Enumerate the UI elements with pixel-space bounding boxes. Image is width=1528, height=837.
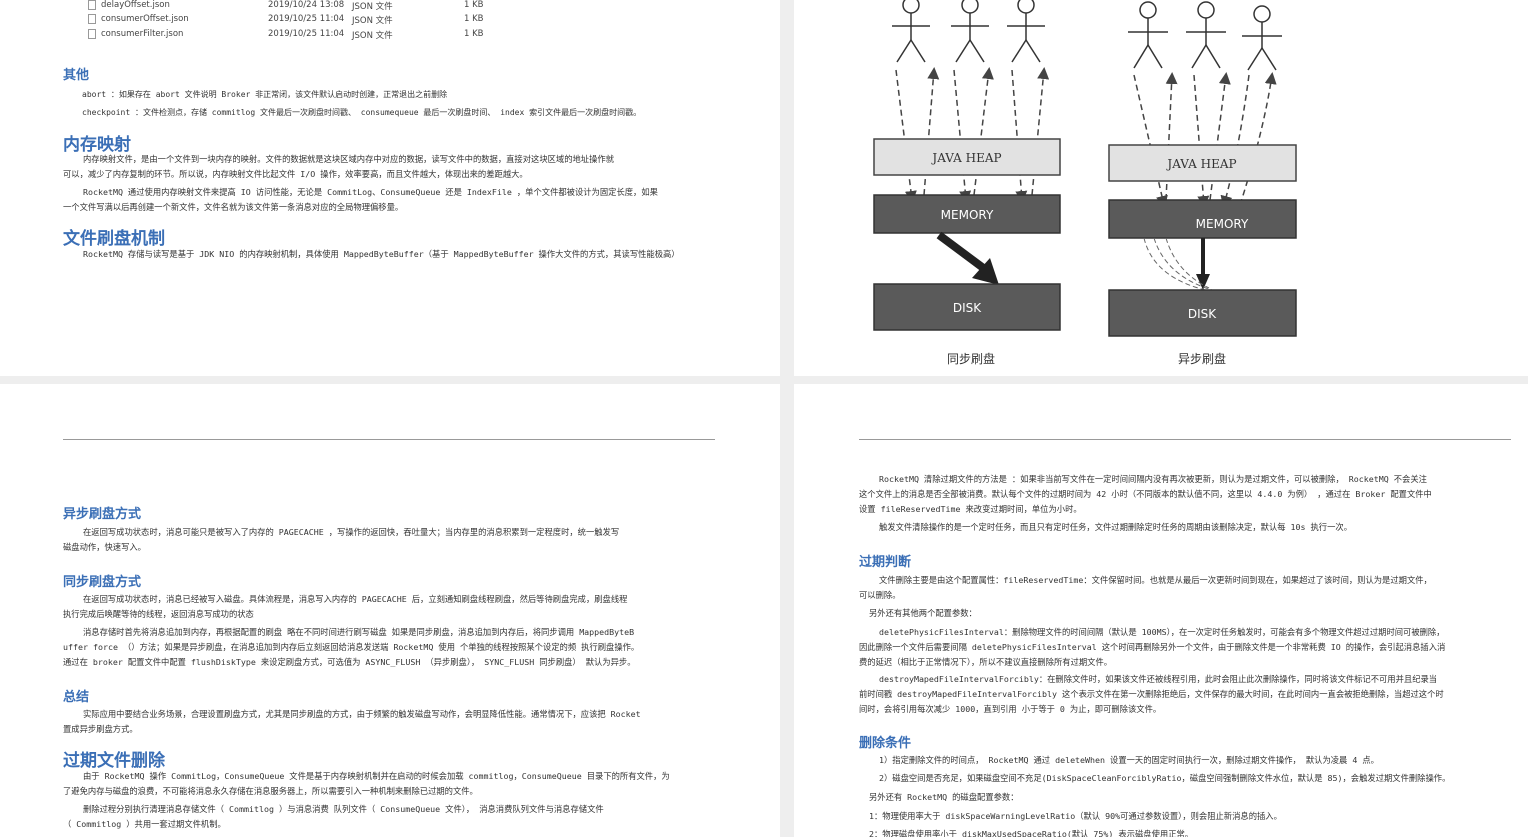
section-heading: 总结 — [63, 690, 90, 705]
document-page-top-right: JAVA HEAP MEMORY DISK 同步刷盘 JAVA HEAP MEM… — [794, 0, 1528, 376]
file-size: 1 KB — [464, 0, 484, 10]
paragraph: deletePhysicFilesInterval：删除物理文件的时间间隔（默认… — [859, 627, 1446, 667]
dashed-arrow — [1193, 74, 1210, 208]
section-heading: 异步刷盘方式 — [63, 507, 142, 522]
paragraph: 1：物理使用率大于 diskSpaceWarningLevelRatio（默认 … — [859, 811, 1282, 821]
paragraph: 文件删除主要是由这个配置属性：fileReservedTime：文件保留时间。也… — [859, 575, 1432, 600]
file-name: consumerFilter.json — [101, 29, 184, 39]
dashed-arrow — [923, 67, 940, 196]
divider — [859, 439, 1511, 440]
section-heading: 过期判断 — [859, 555, 912, 570]
divider — [63, 439, 715, 440]
file-type: JSON 文件 — [352, 2, 393, 12]
flush-arrow — [936, 231, 989, 274]
caption-async: 异步刷盘 — [1178, 351, 1226, 366]
file-type: JSON 文件 — [352, 31, 393, 41]
document-page-top-left: delayOffset.json 2019/10/24 13:08 JSON 文… — [0, 0, 780, 376]
section-heading: 同步刷盘方式 — [63, 575, 142, 590]
disk-label: DISK — [1188, 307, 1217, 321]
paragraph: 实际应用中要结合业务场景，合理设置刷盘方式，尤其是同步刷盘的方式，由于频繁的触发… — [63, 709, 641, 734]
dashed-arrow — [1220, 74, 1250, 208]
dashed-arrow — [1031, 67, 1050, 196]
paragraph: 1）指定删除文件的时间点， RocketMQ 通过 deleteWhen 设置一… — [859, 755, 1379, 765]
document-page-bottom-left: 异步刷盘方式 在返回写成功状态时，消息可能只是被写入了内存的 PAGECACHE… — [0, 384, 780, 837]
dashed-arrow — [1133, 74, 1168, 208]
file-date: 2019/10/25 11:04 — [268, 14, 345, 24]
file-icon — [88, 14, 96, 24]
paragraph: 由于 RocketMQ 操作 CommitLog，ConsumeQueue 文件… — [63, 771, 670, 796]
java-heap-label: JAVA HEAP — [1165, 157, 1236, 171]
paragraph: 2：物理磁盘使用率小于 diskMaxUsedSpaceRatio(默认 75%… — [859, 829, 1194, 837]
paragraph: 2）磁盘空间是否充足，如果磁盘空间不充足(DiskSpaceCleanForci… — [859, 773, 1451, 783]
paragraph: 内存映射文件，是由一个文件到一块内存的映射。文件的数据就是这块区域内存中对应的数… — [63, 154, 614, 179]
paragraph: 另外还有 RocketMQ 的磁盘配置参数： — [859, 792, 1019, 802]
dashed-arrow — [895, 69, 917, 203]
paragraph: destroyMapedFileIntervalForcibly：在删除文件时，… — [859, 674, 1444, 714]
user-figure-icon — [951, 0, 989, 63]
paragraph: 消息存储时首先将消息追加到内存，再根据配置的刷盘 略在不同时间进行刷写磁盘 如果… — [63, 627, 640, 667]
dashed-arrow — [1239, 72, 1277, 206]
paragraph: RocketMQ 通过使用内存映射文件来提高 IO 访问性能，无论是 Commi… — [63, 187, 658, 212]
file-date: 2019/10/25 11:04 — [268, 29, 345, 39]
section-heading: 删除条件 — [859, 736, 912, 751]
paragraph: RocketMQ 存储与读写是基于 JDK NIO 的内存映射机制，具体使用 M… — [63, 249, 680, 259]
disk-label: DISK — [953, 301, 982, 315]
paragraph: 触发文件清除操作的是一个定时任务，而且只有定时任务，文件过期删除定时任务的周期由… — [859, 522, 1352, 532]
file-icon — [88, 29, 96, 39]
user-figure-icon — [1242, 5, 1282, 71]
file-name: delayOffset.json — [101, 0, 170, 10]
file-type: JSON 文件 — [352, 16, 393, 26]
file-date: 2019/10/24 13:08 — [268, 0, 345, 10]
paragraph: 另外还有其他两个配置参数： — [859, 608, 977, 618]
document-page-bottom-right: RocketMQ 清除过期文件的方法是 ：如果非当前写文件在一定时间间隔内没有再… — [794, 384, 1528, 837]
file-name: consumerOffset.json — [101, 14, 189, 24]
paragraph: 在返回写成功状态时，消息可能只是被写入了内存的 PAGECACHE ，写操作的返… — [63, 527, 620, 552]
user-figure-icon — [892, 0, 930, 63]
dashed-arrow — [953, 69, 972, 203]
paragraph: 在返回写成功状态时，消息已经被写入磁盘。具体流程是，消息写入内存的 PAGECA… — [63, 594, 628, 619]
flush-diagram: JAVA HEAP MEMORY DISK 同步刷盘 JAVA HEAP MEM… — [873, 0, 1297, 366]
section-heading: 文件刷盘机制 — [63, 229, 165, 249]
user-figure-icon — [1007, 0, 1045, 63]
dashed-arrow — [973, 67, 994, 196]
file-size: 1 KB — [464, 29, 484, 39]
memory-label: MEMORY — [941, 208, 994, 222]
user-figure-icon — [1128, 1, 1168, 69]
dashed-arrow — [1011, 69, 1028, 203]
java-heap-label: JAVA HEAP — [930, 151, 1001, 165]
file-size: 1 KB — [464, 14, 484, 24]
memory-label: MEMORY — [1196, 217, 1249, 231]
paragraph: 删除过程分别执行清理消息存储文件（ Commitlog ）与消息消费 队列文件（… — [63, 804, 604, 829]
file-icon — [88, 0, 96, 10]
paragraph: RocketMQ 清除过期文件的方法是 ：如果非当前写文件在一定时间间隔内没有再… — [859, 474, 1432, 514]
section-heading: 其他 — [63, 68, 90, 83]
user-figure-icon — [1186, 1, 1226, 69]
paragraph: checkpoint ：文件检测点，存储 commitlog 文件最后一次刷盘时… — [82, 108, 642, 117]
section-heading: 过期文件删除 — [63, 751, 165, 771]
paragraph: abort ：如果存在 abort 文件说明 Broker 非正常闭，该文件默认… — [82, 90, 448, 99]
caption-sync: 同步刷盘 — [947, 351, 995, 366]
